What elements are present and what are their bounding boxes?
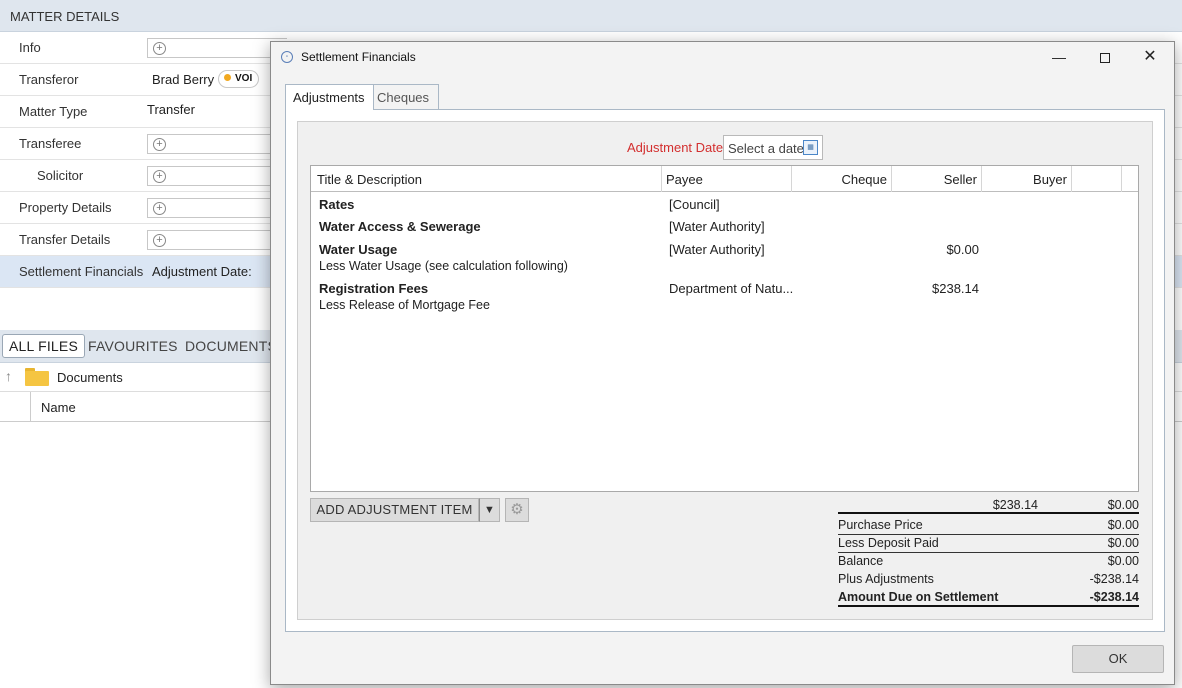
row-description: Less Release of Mortgage Fee [319, 298, 490, 312]
adjustment-date-picker[interactable]: Select a date ▦ [723, 135, 823, 160]
app-logo-icon: ▫ [281, 51, 293, 63]
tab-favourites[interactable]: FAVOURITES [88, 338, 178, 354]
add-icon[interactable]: + [153, 202, 166, 215]
settlement-value: Adjustment Date: [152, 264, 252, 279]
status-dot-icon [224, 74, 231, 81]
row-label: Transfer Details [19, 232, 111, 247]
total-label: Balance [838, 554, 884, 568]
folder-name[interactable]: Documents [57, 370, 123, 385]
table-header: Title & Description Payee Cheque Seller … [311, 166, 1138, 192]
total-line-amount-due: Amount Due on Settlement -$238.14 [838, 589, 1139, 607]
maximize-button[interactable] [1083, 42, 1127, 72]
transferor-name[interactable]: Brad Berry [152, 72, 214, 87]
row-label: Property Details [19, 200, 112, 215]
total-value: -$238.14 [1089, 572, 1139, 586]
transferee-field[interactable]: + [147, 134, 287, 154]
matter-details-header: MATTER DETAILS [0, 0, 1182, 32]
dialog-titlebar[interactable]: ▫ Settlement Financials — ✕ [271, 42, 1174, 72]
row-payee: [Water Authority] [669, 219, 765, 234]
total-value: -$238.14 [1089, 590, 1139, 604]
solicitor-field[interactable]: + [147, 166, 287, 186]
calendar-icon[interactable]: ▦ [803, 140, 818, 155]
seller-total: $238.14 [992, 498, 1038, 512]
table-row[interactable]: Water Usage Less Water Usage (see calcul… [311, 242, 1138, 278]
row-title: Water Access & Sewerage [319, 219, 481, 234]
add-icon[interactable]: + [153, 170, 166, 183]
buyer-total: $0.00 [1107, 498, 1139, 512]
row-seller-amount: $238.14 [932, 281, 979, 296]
adjustments-table: Title & Description Payee Cheque Seller … [310, 165, 1139, 492]
row-payee: [Water Authority] [669, 242, 765, 257]
col-payee[interactable]: Payee [666, 172, 703, 187]
folder-icon [25, 368, 49, 386]
add-item-dropdown-button[interactable]: ▼ [479, 498, 500, 522]
total-line: Purchase Price $0.00 [838, 517, 1139, 535]
transfer-details-field[interactable]: + [147, 230, 287, 250]
total-line: Plus Adjustments -$238.14 [838, 571, 1139, 589]
col-buyer[interactable]: Buyer [981, 172, 1067, 187]
tab-documents[interactable]: DOCUMENTS [185, 338, 277, 354]
row-label: Info [19, 40, 41, 55]
settings-button[interactable]: ⚙ [505, 498, 529, 522]
total-label: Plus Adjustments [838, 572, 934, 586]
gear-icon: ⚙ [510, 501, 524, 518]
caret-down-icon: ▼ [484, 504, 495, 516]
table-row[interactable]: Water Access & Sewerage [Water Authority… [311, 219, 1138, 239]
row-payee: Department of Natu... [669, 281, 794, 296]
voi-badge[interactable]: VOI [218, 70, 260, 88]
total-value: $0.00 [1107, 518, 1139, 532]
row-label: Transferor [19, 72, 79, 87]
row-label: Transferee [19, 136, 82, 151]
total-label: Purchase Price [838, 518, 923, 532]
col-seller[interactable]: Seller [891, 172, 977, 187]
total-value: $0.00 [1107, 554, 1139, 568]
row-label: Solicitor [37, 168, 84, 183]
col-cheque[interactable]: Cheque [791, 172, 887, 187]
row-title: Registration Fees [319, 281, 429, 296]
maximize-icon [1100, 53, 1110, 63]
tab-adjustments[interactable]: Adjustments [285, 84, 374, 110]
tab-cheques[interactable]: Cheques [368, 84, 440, 109]
total-value: $0.00 [1107, 536, 1139, 550]
total-line: Balance $0.00 [838, 553, 1139, 571]
row-seller-amount: $0.00 [946, 242, 979, 257]
adjustments-panel: Adjustment Date: Select a date ▦ Title &… [285, 109, 1165, 632]
date-placeholder: Select a date [728, 141, 804, 156]
row-label: Matter Type [19, 104, 88, 119]
minimize-button[interactable]: — [1037, 42, 1081, 72]
tab-all-files[interactable]: ALL FILES [2, 334, 85, 358]
column-name[interactable]: Name [41, 400, 76, 415]
voi-badge-label: VOI [235, 73, 253, 84]
total-label: Less Deposit Paid [838, 536, 939, 550]
total-line: Less Deposit Paid $0.00 [838, 535, 1139, 553]
info-field[interactable]: + [147, 38, 287, 58]
dialog-title: Settlement Financials [301, 50, 416, 64]
row-title: Rates [319, 197, 355, 212]
row-description: Less Water Usage (see calculation follow… [319, 259, 568, 273]
col-title-description[interactable]: Title & Description [317, 172, 422, 187]
add-icon[interactable]: + [153, 138, 166, 151]
total-label: Amount Due on Settlement [838, 590, 999, 604]
totals-header: $238.14 $0.00 [838, 498, 1139, 514]
matter-type-value: Transfer [147, 102, 195, 117]
property-details-field[interactable]: + [147, 198, 287, 218]
table-row[interactable]: Registration Fees Less Release of Mortga… [311, 281, 1138, 317]
settlement-financials-dialog: ▫ Settlement Financials — ✕ Adjustments … [270, 41, 1175, 685]
up-arrow-icon[interactable]: ↑ [5, 368, 12, 384]
table-row[interactable]: Rates [Council] [311, 197, 1138, 217]
close-button[interactable]: ✕ [1128, 42, 1172, 72]
row-payee: [Council] [669, 197, 720, 212]
row-title: Water Usage [319, 242, 398, 257]
row-label: Settlement Financials [19, 264, 144, 279]
adjustments-content: Adjustment Date: Select a date ▦ Title &… [297, 121, 1153, 620]
adjustment-date-label: Adjustment Date: [627, 140, 727, 155]
add-icon[interactable]: + [153, 234, 166, 247]
add-icon[interactable]: + [153, 42, 166, 55]
ok-button[interactable]: OK [1072, 645, 1164, 673]
add-adjustment-item-button[interactable]: ADD ADJUSTMENT ITEM [310, 498, 479, 522]
